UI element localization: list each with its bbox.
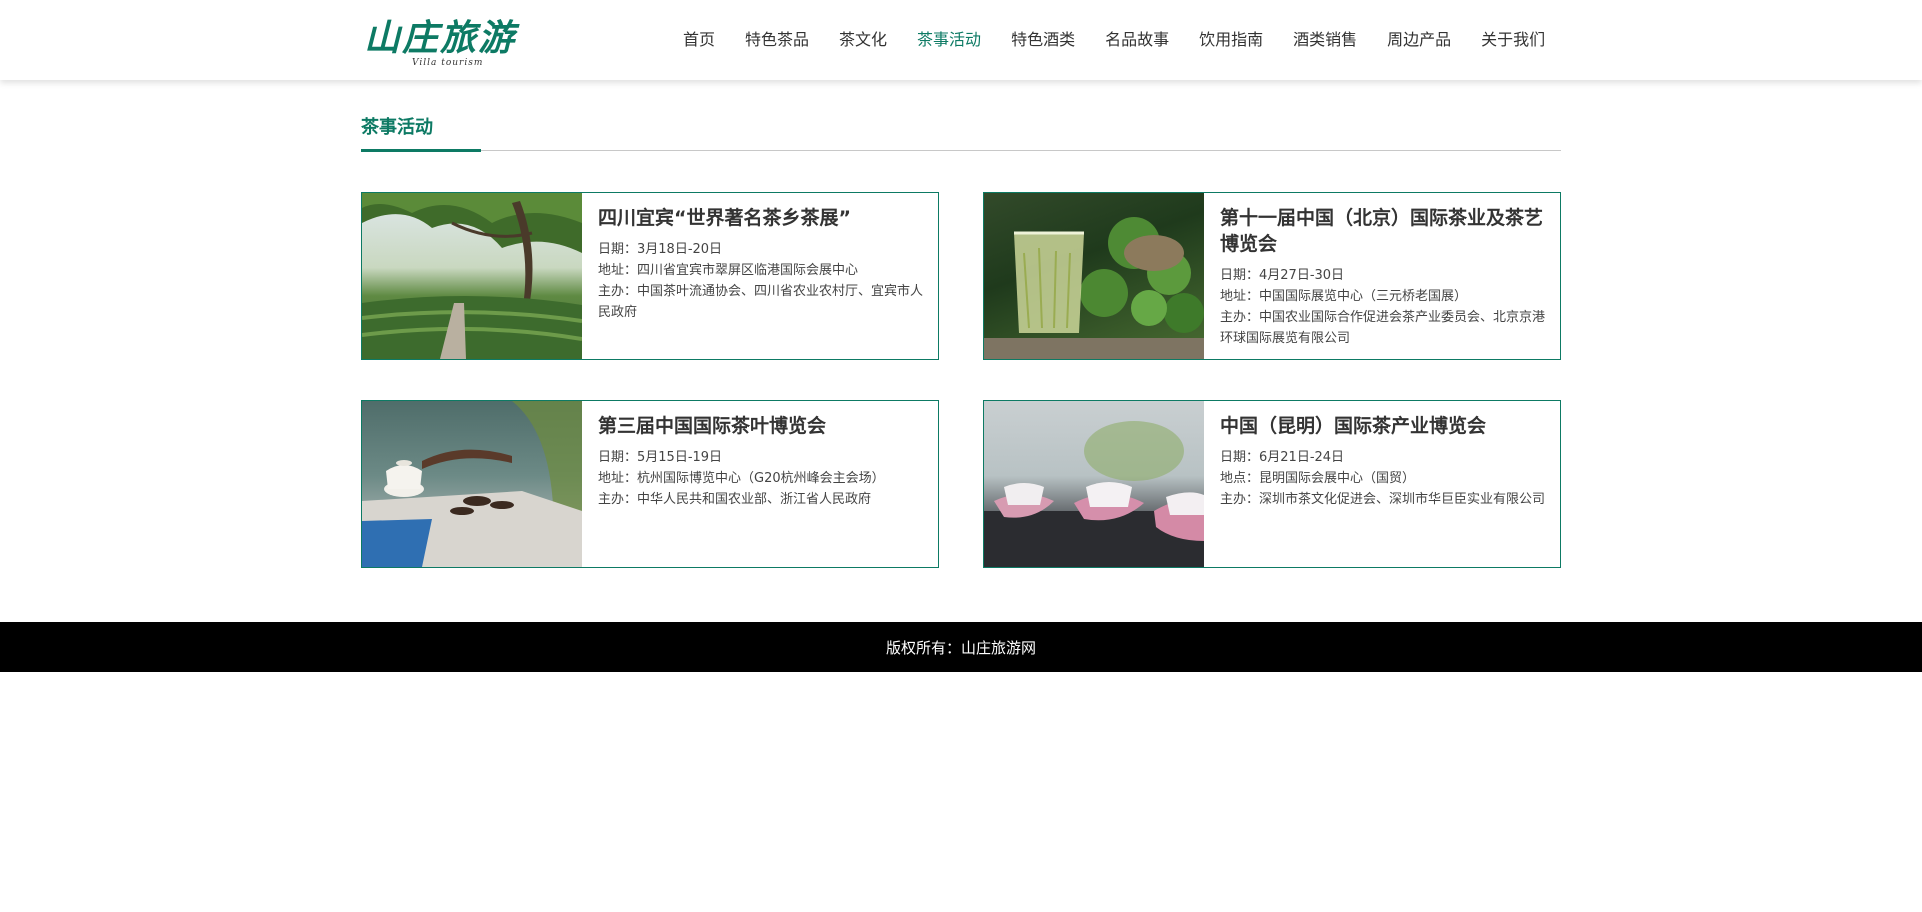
event-details: 第十一届中国（北京）国际茶业及茶艺博览会 日期：4月27日-30日 地址：中国国…	[1220, 205, 1550, 349]
event-details: 第三届中国国际茶叶博览会 日期：5月15日-19日 地址：杭州国际博览中心（G2…	[598, 413, 928, 510]
nav-item-tea-events[interactable]: 茶事活动	[902, 0, 996, 80]
event-date: 日期：5月15日-19日	[598, 450, 723, 465]
logo-subtitle: Villa tourism	[412, 58, 484, 68]
site-header: 山庄旅游 Villa tourism 首页 特色茶品 茶文化 茶事活动 特色酒类…	[0, 0, 1922, 80]
title-underline-accent	[361, 149, 481, 152]
page-title: 茶事活动	[361, 117, 433, 138]
main-nav: 首页 特色茶品 茶文化 茶事活动 特色酒类 名品故事 饮用指南 酒类销售 周边产…	[668, 0, 1560, 80]
nav-item-tea-culture[interactable]: 茶文化	[824, 0, 902, 80]
nav-item-home[interactable]: 首页	[668, 0, 730, 80]
event-organizer: 主办：深圳市茶文化促进会、深圳市华巨臣实业有限公司	[1220, 492, 1546, 507]
event-image-tea-garden[interactable]	[362, 193, 582, 359]
event-image-green-tea-glass[interactable]	[984, 193, 1204, 359]
event-title[interactable]: 四川宜宾“世界著名茶乡茶展”	[598, 205, 928, 231]
event-date: 日期：4月27日-30日	[1220, 268, 1345, 283]
event-organizer: 主办：中华人民共和国农业部、浙江省人民政府	[598, 492, 872, 507]
event-image-tea-cups[interactable]	[984, 401, 1204, 567]
tea-garden-illustration	[362, 193, 582, 359]
nav-item-merchandise[interactable]: 周边产品	[1372, 0, 1466, 80]
tea-set-illustration	[362, 401, 582, 567]
event-card[interactable]: 中国（昆明）国际茶产业博览会 日期：6月21日-24日 地点：昆明国际会展中心（…	[983, 400, 1561, 568]
event-address: 地址：杭州国际博览中心（G20杭州峰会主会场）	[598, 471, 885, 486]
event-card[interactable]: 第十一届中国（北京）国际茶业及茶艺博览会 日期：4月27日-30日 地址：中国国…	[983, 192, 1561, 360]
event-organizer: 主办：中国茶叶流通协会、四川省农业农村厅、宜宾市人民政府	[598, 284, 924, 320]
tea-cups-illustration	[984, 421, 1204, 567]
event-card[interactable]: 第三届中国国际茶叶博览会 日期：5月15日-19日 地址：杭州国际博览中心（G2…	[361, 400, 939, 568]
event-address: 地点：昆明国际会展中心（国贸）	[1220, 471, 1416, 486]
nav-item-featured-liquor[interactable]: 特色酒类	[996, 0, 1090, 80]
event-date: 日期：3月18日-20日	[598, 242, 723, 257]
event-card[interactable]: 四川宜宾“世界著名茶乡茶展” 日期：3月18日-20日 地址：四川省宜宾市翠屏区…	[361, 192, 939, 360]
event-address: 地址：中国国际展览中心（三元桥老国展）	[1220, 289, 1468, 304]
nav-item-about-us[interactable]: 关于我们	[1466, 0, 1560, 80]
nav-item-liquor-sales[interactable]: 酒类销售	[1278, 0, 1372, 80]
copyright-text: 版权所有：山庄旅游网	[885, 638, 1036, 657]
nav-item-brand-stories[interactable]: 名品故事	[1090, 0, 1184, 80]
event-title[interactable]: 中国（昆明）国际茶产业博览会	[1220, 413, 1550, 439]
event-date: 日期：6月21日-24日	[1220, 450, 1345, 465]
event-details: 四川宜宾“世界著名茶乡茶展” 日期：3月18日-20日 地址：四川省宜宾市翠屏区…	[598, 205, 928, 323]
event-organizer: 主办：中国农业国际合作促进会茶产业委员会、北京京港环球国际展览有限公司	[1220, 310, 1546, 346]
event-title[interactable]: 第十一届中国（北京）国际茶业及茶艺博览会	[1220, 205, 1550, 257]
logo-title: 山庄旅游	[364, 17, 517, 59]
event-address: 地址：四川省宜宾市翠屏区临港国际会展中心	[598, 263, 859, 278]
site-logo[interactable]: 山庄旅游 Villa tourism	[364, 16, 524, 72]
event-image-tea-set[interactable]	[362, 401, 582, 567]
event-details: 中国（昆明）国际茶产业博览会 日期：6月21日-24日 地点：昆明国际会展中心（…	[1220, 413, 1550, 510]
nav-item-drinking-guide[interactable]: 饮用指南	[1184, 0, 1278, 80]
nav-item-featured-tea[interactable]: 特色茶品	[730, 0, 824, 80]
green-tea-glass-illustration	[984, 217, 1204, 359]
site-footer: 版权所有：山庄旅游网	[0, 622, 1922, 672]
title-divider	[361, 150, 1561, 151]
event-title[interactable]: 第三届中国国际茶叶博览会	[598, 413, 928, 439]
